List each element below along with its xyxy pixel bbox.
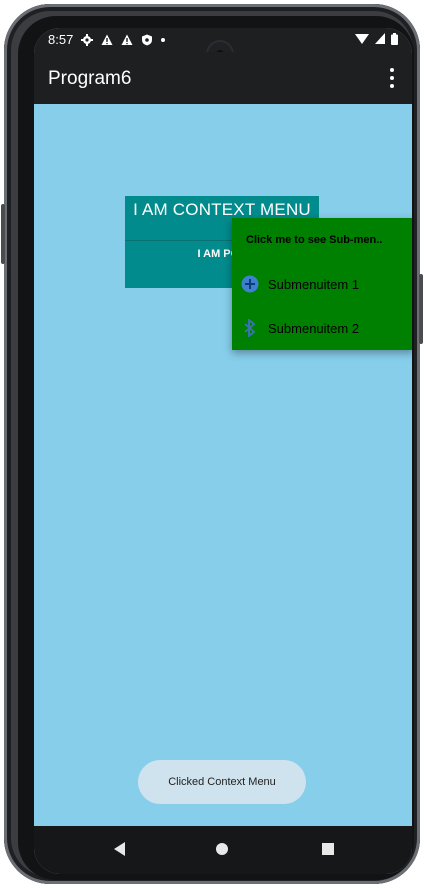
toast-text: Clicked Context Menu: [168, 776, 276, 788]
add-circle-icon: [240, 274, 260, 294]
settings-gear-icon: [81, 33, 94, 46]
notification-dot-icon: [161, 37, 166, 42]
warning-icon: [101, 34, 113, 46]
submenu-item-label: Submenuitem 2: [268, 320, 360, 336]
navigation-bar: [34, 826, 412, 874]
recents-icon[interactable]: [322, 843, 334, 855]
submenu-item-2[interactable]: Submenuitem 2: [232, 306, 412, 350]
home-icon[interactable]: [216, 843, 228, 855]
battery-icon: [391, 33, 398, 48]
power-button: [419, 274, 423, 344]
submenu-item-label: Submenuitem 1: [268, 276, 360, 292]
submenu-item-1[interactable]: Submenuitem 1: [232, 262, 412, 306]
app-bar: Program6: [34, 52, 412, 104]
submenu-popup: Click me to see Sub-men.. Submenuitem 1 …: [232, 218, 412, 350]
submenu-header: Click me to see Sub-men..: [246, 234, 383, 246]
back-icon[interactable]: [114, 842, 125, 856]
context-menu-button-label: I AM CONTEXT MENU: [133, 200, 311, 219]
app-title: Program6: [48, 68, 132, 89]
shield-icon: [141, 34, 153, 46]
status-time: 8:57: [48, 32, 74, 47]
signal-icon: [375, 33, 385, 48]
bluetooth-icon: [240, 318, 260, 338]
more-vert-icon[interactable]: [382, 66, 402, 90]
toast-message: Clicked Context Menu: [138, 760, 306, 804]
wifi-icon: [355, 33, 369, 48]
device-screen: 8:57 Program6 I AM CONTEXT MENU I AM POP…: [34, 28, 412, 874]
warning-icon: [121, 34, 133, 46]
volume-button: [1, 204, 5, 264]
phone-frame: 8:57 Program6 I AM CONTEXT MENU I AM POP…: [1, 4, 423, 884]
